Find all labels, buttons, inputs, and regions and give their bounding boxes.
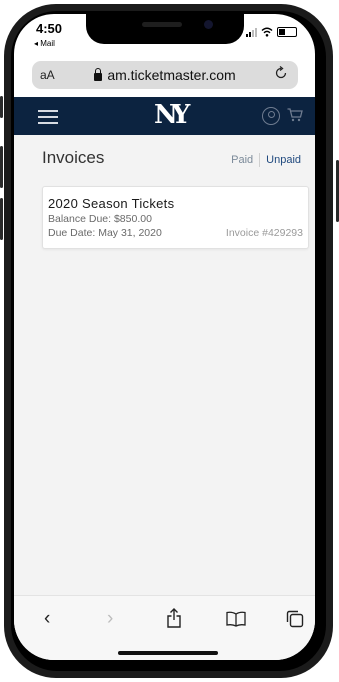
invoice-number: Invoice #429293 — [225, 227, 303, 239]
side-button — [0, 198, 3, 240]
back-button[interactable]: ‹ — [44, 608, 50, 630]
invoices-page: Invoices Paid Unpaid 2020 Season Tickets… — [14, 135, 315, 595]
status-icons — [246, 26, 297, 38]
invoice-card[interactable]: 2020 Season Tickets Balance Due: $850.00… — [42, 186, 309, 249]
share-icon[interactable] — [166, 608, 182, 628]
wifi-icon — [261, 27, 273, 37]
filter-unpaid[interactable]: Unpaid — [260, 154, 301, 166]
home-indicator — [118, 651, 218, 655]
menu-icon[interactable] — [38, 110, 58, 124]
site-header: NY — [14, 97, 315, 135]
url-text: am.ticketmaster.com — [107, 67, 236, 83]
book-icon[interactable] — [226, 611, 246, 627]
signal-icon — [246, 27, 257, 37]
tabs-icon[interactable] — [286, 610, 304, 628]
battery-icon — [277, 27, 297, 37]
invoice-filter: Paid Unpaid — [231, 153, 301, 167]
text-size-button[interactable]: aA — [40, 68, 55, 82]
page-title: Invoices — [42, 148, 105, 167]
invoice-due-date: Due Date: May 31, 2020 — [48, 227, 162, 239]
lock-icon — [94, 67, 103, 81]
user-account-icon[interactable] — [262, 107, 280, 125]
invoice-title: 2020 Season Tickets — [48, 196, 175, 211]
reload-icon[interactable] — [274, 66, 288, 80]
filter-paid[interactable]: Paid — [231, 154, 259, 166]
cart-icon[interactable] — [287, 108, 303, 122]
side-button — [0, 96, 3, 118]
side-button — [0, 146, 3, 188]
status-bar: 4:50 ◂ Mail — [14, 14, 315, 50]
screen: 4:50 ◂ Mail aA am.ticketmaster.com NY In… — [14, 14, 315, 660]
forward-button[interactable]: › — [107, 608, 113, 630]
safari-toolbar: ‹ › — [14, 595, 315, 660]
back-to-mail-link[interactable]: ◂ Mail — [34, 39, 55, 48]
status-time: 4:50 — [36, 21, 63, 36]
url-display[interactable]: am.ticketmaster.com — [94, 67, 236, 83]
url-bar[interactable]: aA am.ticketmaster.com — [32, 61, 298, 89]
yankees-logo[interactable]: NY — [154, 100, 190, 130]
invoice-balance: Balance Due: $850.00 — [48, 213, 152, 225]
